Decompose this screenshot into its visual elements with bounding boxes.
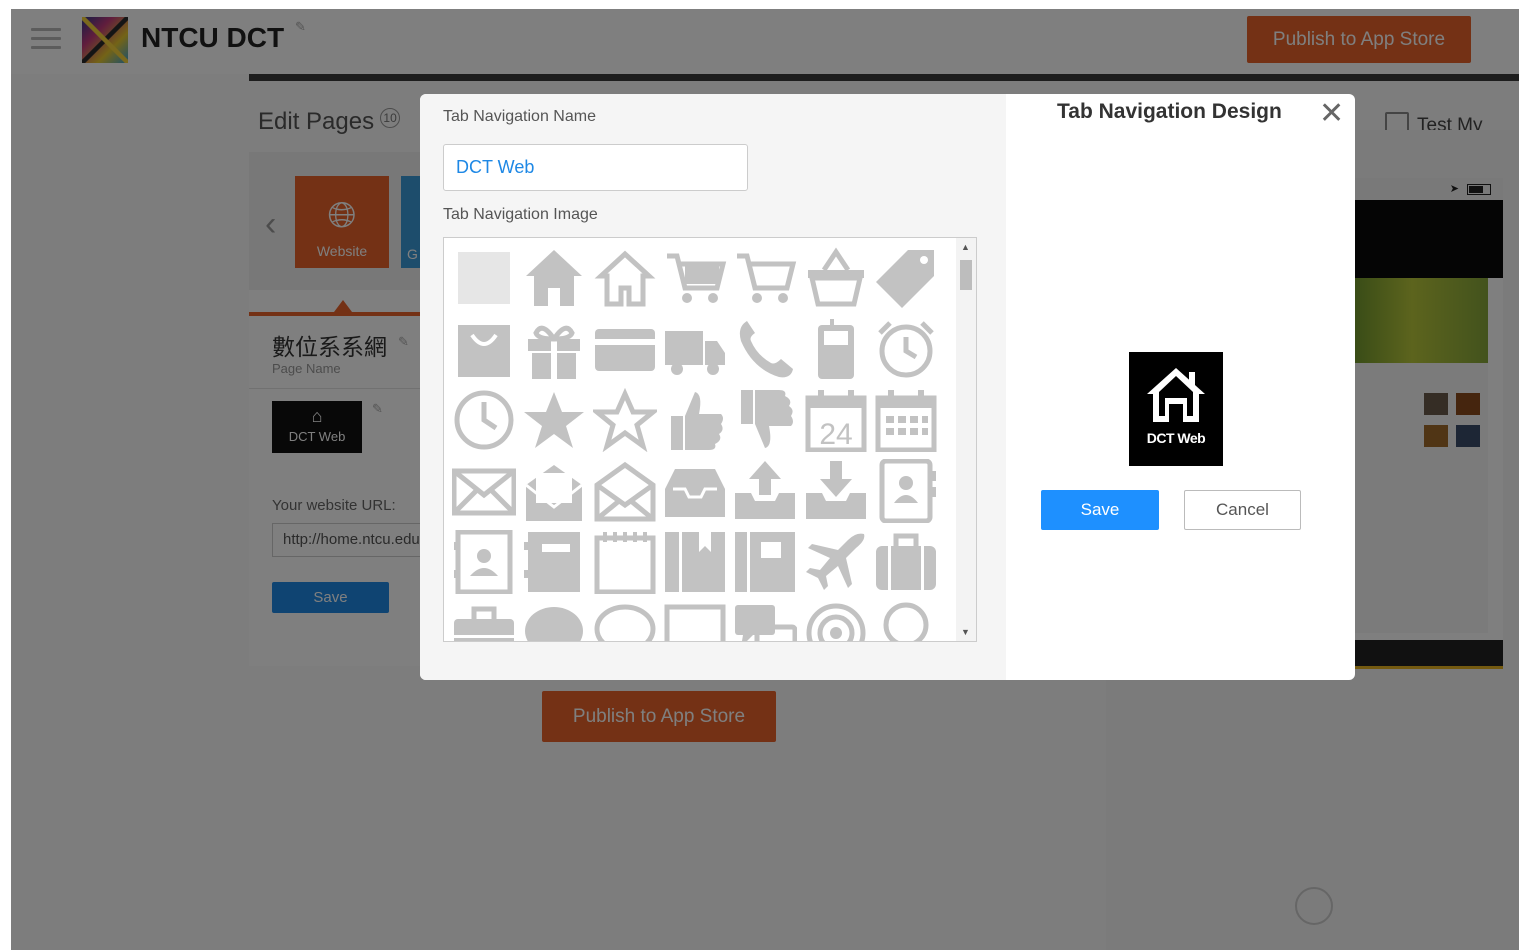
scroll-up-icon[interactable]: ▲ <box>961 242 970 252</box>
cart-filled-icon[interactable] <box>663 246 727 310</box>
blank-icon[interactable] <box>452 246 516 310</box>
calendar-24-icon[interactable]: 24 <box>804 388 868 453</box>
modal-save-button[interactable]: Save <box>1041 490 1159 530</box>
calendar-grid-icon[interactable] <box>874 388 938 453</box>
home-filled-icon[interactable] <box>522 246 586 310</box>
home-icon <box>1147 368 1205 422</box>
briefcase-icon[interactable] <box>452 601 516 641</box>
left-strip <box>0 0 11 950</box>
tab-preview: DCT Web <box>1129 352 1223 466</box>
credit-card-icon[interactable] <box>593 317 657 381</box>
contact-book-icon[interactable] <box>452 529 516 595</box>
thumbs-down-icon[interactable] <box>733 388 797 452</box>
inbox-upload-icon[interactable] <box>733 459 797 523</box>
gift-icon[interactable] <box>522 317 586 381</box>
book-icon[interactable] <box>663 530 727 594</box>
tab-name-label: Tab Navigation Name <box>443 108 596 125</box>
inbox-download-icon[interactable] <box>804 459 868 523</box>
modal-cancel-button[interactable]: Cancel <box>1184 490 1301 530</box>
chat-bubble-outline-icon[interactable] <box>593 601 657 641</box>
cart-outline-icon[interactable] <box>733 246 797 310</box>
preview-label: DCT Web <box>1146 430 1206 446</box>
alarm-clock-icon[interactable] <box>874 317 938 381</box>
icon-picker-scrollbar[interactable]: ▲ ▼ <box>956 238 976 641</box>
mail-icon[interactable] <box>451 459 517 523</box>
bookmark-icon[interactable] <box>733 530 797 594</box>
svg-text:24: 24 <box>819 418 852 451</box>
mail-open-icon[interactable] <box>522 459 586 523</box>
shopping-bag-icon[interactable] <box>452 317 516 381</box>
tab-image-label: Tab Navigation Image <box>443 206 598 223</box>
modal-form-pane: Tab Navigation Name Tab Navigation Image… <box>420 94 1006 680</box>
truck-icon[interactable] <box>663 317 727 381</box>
airplane-icon[interactable] <box>804 530 868 594</box>
clock-icon[interactable] <box>452 388 516 452</box>
icon-picker[interactable]: 24 ▲ ▼ <box>443 237 977 642</box>
notepad-icon[interactable] <box>593 530 657 595</box>
notebook-icon[interactable] <box>522 530 586 594</box>
tab-navigation-modal: Tab Navigation Name Tab Navigation Image… <box>420 94 1355 680</box>
chat-multi-icon[interactable] <box>733 601 798 641</box>
top-strip <box>0 0 1519 9</box>
address-book-icon[interactable] <box>874 458 938 524</box>
chat-bubble-filled-icon[interactable] <box>522 601 586 641</box>
tab-name-input[interactable] <box>443 144 748 191</box>
star-filled-icon[interactable] <box>522 388 586 452</box>
mobile-phone-icon[interactable] <box>804 317 868 381</box>
speech-square-icon[interactable] <box>663 601 727 641</box>
scroll-down-icon[interactable]: ▼ <box>961 627 970 637</box>
home-outline-icon[interactable] <box>593 246 657 310</box>
star-outline-icon[interactable] <box>589 387 660 453</box>
tag-icon[interactable] <box>874 246 938 310</box>
target-icon[interactable] <box>804 601 868 641</box>
design-title: Tab Navigation Design <box>1057 100 1282 123</box>
scroll-thumb[interactable] <box>960 260 972 290</box>
phone-icon[interactable] <box>733 317 797 381</box>
suitcase-icon[interactable] <box>874 530 938 594</box>
inbox-icon[interactable] <box>663 459 727 523</box>
basket-icon[interactable] <box>804 246 868 310</box>
thumbs-up-icon[interactable] <box>663 388 727 452</box>
lightbulb-icon[interactable] <box>874 601 938 641</box>
mail-open-outline-icon[interactable] <box>593 459 657 523</box>
close-icon[interactable]: ✕ <box>1319 99 1344 129</box>
app-page: NTCU DCT ✎ Publish to App Store Edit Pag… <box>0 0 1519 950</box>
